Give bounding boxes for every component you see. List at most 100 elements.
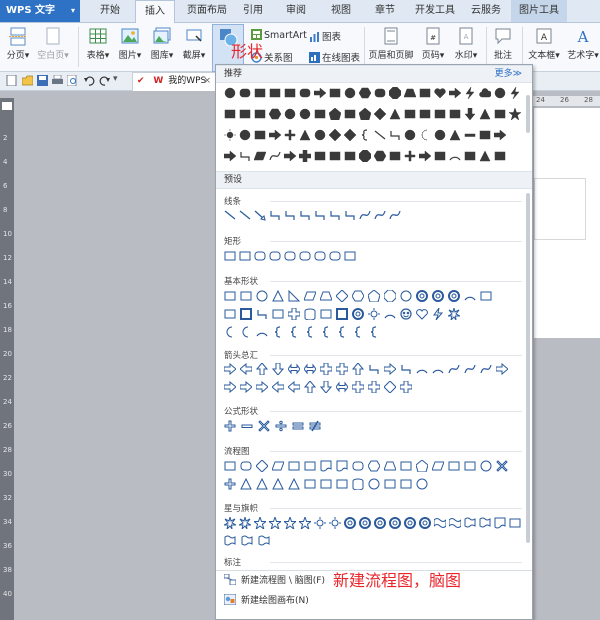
ring-shape-icon[interactable] <box>404 517 416 529</box>
rect-shape-icon[interactable] <box>269 87 281 99</box>
rect-shape-icon[interactable] <box>329 150 341 162</box>
rrect-shape-icon[interactable] <box>352 460 364 472</box>
elbow-shape-icon[interactable] <box>314 209 326 221</box>
rect-shape-icon[interactable] <box>448 460 460 472</box>
picture-button[interactable]: 图片▾ <box>116 26 144 61</box>
watermark-button[interactable]: A 水印▾ <box>452 26 480 61</box>
hex-shape-icon[interactable] <box>359 87 371 99</box>
ruler-corner-icon[interactable] <box>2 102 12 110</box>
tri-shape-icon[interactable] <box>256 478 268 490</box>
rect-shape-icon[interactable] <box>419 87 431 99</box>
rrect-shape-icon[interactable] <box>299 87 311 99</box>
line-shape-icon[interactable] <box>224 209 236 221</box>
rect-shape-icon[interactable] <box>272 308 284 320</box>
cross-shape-icon[interactable] <box>336 363 348 375</box>
save-icon[interactable] <box>37 75 48 86</box>
rect-shape-icon[interactable] <box>384 478 396 490</box>
rtri-shape-icon[interactable] <box>288 290 300 302</box>
arrowL-shape-icon[interactable] <box>272 381 284 393</box>
equal-shape-icon[interactable] <box>292 420 304 432</box>
heart-shape-icon[interactable] <box>434 87 446 99</box>
tri-shape-icon[interactable] <box>449 129 461 141</box>
bolt-shape-icon[interactable] <box>464 87 476 99</box>
bolt-shape-icon[interactable] <box>432 308 444 320</box>
rect-shape-icon[interactable] <box>336 478 348 490</box>
arc-shape-icon[interactable] <box>416 363 428 375</box>
arc-shape-icon[interactable] <box>449 150 461 162</box>
cross-shape-icon[interactable] <box>299 150 311 162</box>
tab-chapter[interactable]: 章节 <box>369 0 401 22</box>
rect-shape-icon[interactable] <box>224 290 236 302</box>
arrowR-shape-icon[interactable] <box>256 381 268 393</box>
trap-shape-icon[interactable] <box>404 87 416 99</box>
print-icon[interactable] <box>52 75 63 86</box>
tab-insert[interactable]: 插入 <box>135 0 175 23</box>
tri-shape-icon[interactable] <box>389 108 401 120</box>
star-shape-icon[interactable] <box>509 108 521 120</box>
rect-shape-icon[interactable] <box>404 108 416 120</box>
rrect-shape-icon[interactable] <box>284 250 296 262</box>
brace-shape-icon[interactable] <box>336 326 348 338</box>
arc-shape-icon[interactable] <box>384 308 396 320</box>
flag-shape-icon[interactable] <box>464 517 476 529</box>
diamond-shape-icon[interactable] <box>344 129 356 141</box>
curve-shape-icon[interactable] <box>464 363 476 375</box>
pent-shape-icon[interactable] <box>368 290 380 302</box>
oct-shape-icon[interactable] <box>359 150 371 162</box>
tab-page-layout[interactable]: 页面布局 <box>181 0 233 22</box>
flag-shape-icon[interactable] <box>241 535 253 547</box>
circle-shape-icon[interactable] <box>400 290 412 302</box>
cross-shape-icon[interactable] <box>320 363 332 375</box>
arrowR-shape-icon[interactable] <box>269 129 281 141</box>
line-shape-icon[interactable] <box>239 209 251 221</box>
rect-shape-icon[interactable] <box>344 250 356 262</box>
trap-shape-icon[interactable] <box>320 290 332 302</box>
recommended-scrollbar[interactable] <box>526 95 530 133</box>
doc-tab-my-wps[interactable]: ✔ W 我的WPS × <box>132 72 216 91</box>
rect-shape-icon[interactable] <box>254 129 266 141</box>
para-shape-icon[interactable] <box>272 460 284 472</box>
rect-shape-icon[interactable] <box>284 87 296 99</box>
rect-shape-icon[interactable] <box>464 460 476 472</box>
brace-shape-icon[interactable] <box>359 129 371 141</box>
wave-shape-icon[interactable] <box>449 517 461 529</box>
arrowR-shape-icon[interactable] <box>224 381 236 393</box>
rect-shape-icon[interactable] <box>314 150 326 162</box>
elbow-shape-icon[interactable] <box>368 363 380 375</box>
line-shape-icon[interactable] <box>374 129 386 141</box>
tab-cloud[interactable]: 云服务 <box>466 0 506 22</box>
flag-shape-icon[interactable] <box>258 535 270 547</box>
ring-shape-icon[interactable] <box>416 290 428 302</box>
wave-shape-icon[interactable] <box>434 517 446 529</box>
tab-view[interactable]: 视图 <box>325 0 357 22</box>
rect-shape-icon[interactable] <box>389 150 401 162</box>
toolbar-more-icon[interactable]: ▾ <box>113 74 118 84</box>
circle-shape-icon[interactable] <box>239 129 251 141</box>
rect-shape-icon[interactable] <box>509 517 521 529</box>
times-shape-icon[interactable] <box>258 420 270 432</box>
arrowR-shape-icon[interactable] <box>449 87 461 99</box>
hex-shape-icon[interactable] <box>352 290 364 302</box>
rect-shape-icon[interactable] <box>480 290 492 302</box>
rect-shape-icon[interactable] <box>434 108 446 120</box>
ring-shape-icon[interactable] <box>389 517 401 529</box>
tri-shape-icon[interactable] <box>479 150 491 162</box>
burst-shape-icon[interactable] <box>224 517 236 529</box>
brace-shape-icon[interactable] <box>320 326 332 338</box>
preset-scrollbar[interactable] <box>526 193 530 543</box>
star-shape-icon[interactable] <box>299 517 311 529</box>
rect-shape-icon[interactable] <box>304 478 316 490</box>
app-menu-button[interactable]: WPS 文字 ▾ <box>0 0 80 22</box>
tri-shape-icon[interactable] <box>272 290 284 302</box>
arrowR-shape-icon[interactable] <box>384 363 396 375</box>
bolt-shape-icon[interactable] <box>509 87 521 99</box>
new-document-icon[interactable] <box>6 75 17 86</box>
rect-shape-icon[interactable] <box>494 108 506 120</box>
tri-shape-icon[interactable] <box>272 478 284 490</box>
moon-shape-icon[interactable] <box>224 326 236 338</box>
elbow-shape-icon[interactable] <box>344 209 356 221</box>
rect-shape-icon[interactable] <box>320 478 332 490</box>
new-flowchart-mindmap-item[interactable]: 新建流程图 \ 脑图(F) <box>224 573 325 589</box>
circle-shape-icon[interactable] <box>256 290 268 302</box>
elbow-shape-icon[interactable] <box>299 209 311 221</box>
